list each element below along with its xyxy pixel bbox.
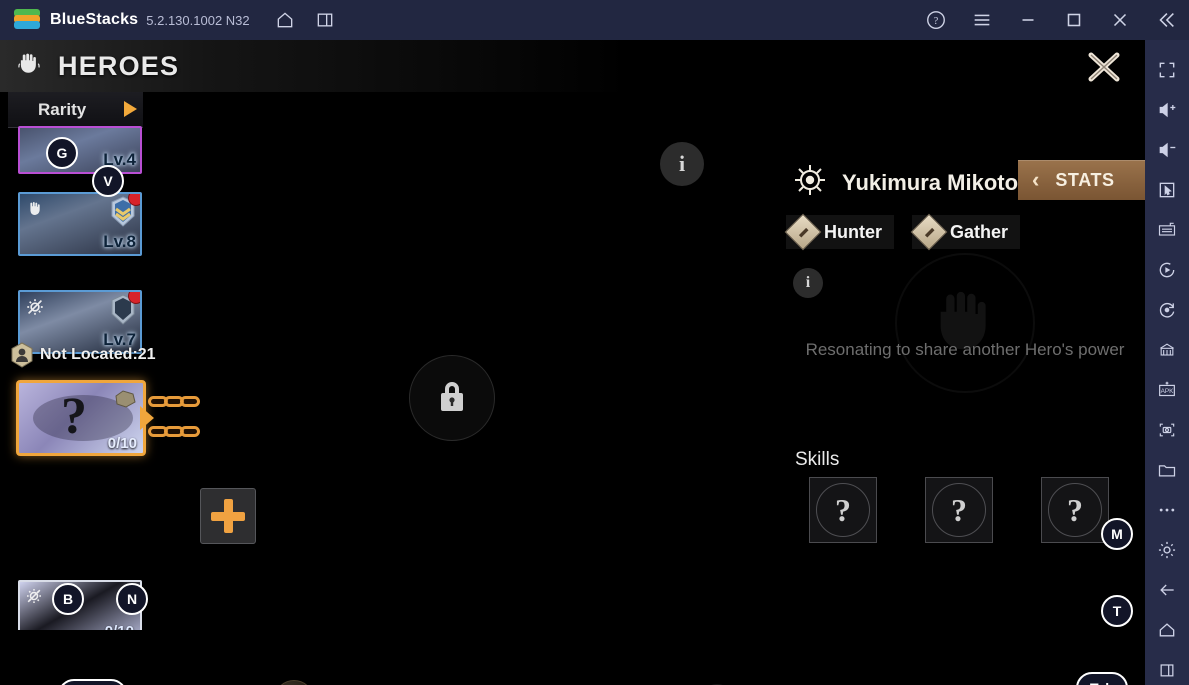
svg-text:APK: APK bbox=[1161, 388, 1175, 395]
slot-count: 0/10 bbox=[107, 435, 137, 452]
multi-instance-icon[interactable] bbox=[308, 3, 342, 37]
fist-icon bbox=[14, 49, 44, 84]
home-icon[interactable] bbox=[268, 3, 302, 37]
back-icon[interactable] bbox=[1147, 570, 1187, 610]
unknown-skill-icon: ? bbox=[932, 483, 986, 537]
game-viewport: HEROES Rarity Lv.4 Lv.8 Lv.7 Not Located… bbox=[0, 40, 1145, 685]
titlebar-right-controls: ? bbox=[907, 0, 1183, 40]
rarity-filter-dropdown[interactable]: Rarity bbox=[8, 92, 143, 128]
locked-section-indicator bbox=[409, 355, 495, 441]
notification-dot bbox=[128, 292, 140, 304]
hero-card[interactable]: Lv.8 bbox=[18, 192, 142, 256]
keybind-b[interactable]: B bbox=[52, 583, 84, 615]
skills-label: Skills bbox=[795, 449, 840, 470]
unknown-skill-icon: ? bbox=[816, 483, 870, 537]
hero-list-column: Rarity Lv.4 Lv.8 Lv.7 Not Located:21 ? 0… bbox=[0, 92, 200, 685]
notification-dot bbox=[128, 194, 140, 206]
chevron-left-icon: ‹ bbox=[1032, 167, 1040, 192]
add-hero-button[interactable] bbox=[200, 488, 256, 544]
hero-tag-label: Hunter bbox=[824, 221, 882, 242]
unknown-hero-icon: ? bbox=[61, 388, 87, 445]
fist-watermark-icon bbox=[895, 253, 1035, 393]
svg-text:?: ? bbox=[934, 16, 939, 27]
unknown-skill-icon: ? bbox=[1048, 483, 1102, 537]
lock-icon bbox=[433, 376, 471, 421]
hero-tag-label: Gather bbox=[950, 221, 1009, 242]
recent-apps-icon[interactable] bbox=[1147, 650, 1187, 685]
gear-blocked-icon bbox=[24, 296, 46, 318]
maximize-icon[interactable] bbox=[1057, 3, 1091, 37]
skill-slot[interactable]: ? bbox=[1041, 477, 1109, 543]
hunter-icon bbox=[784, 213, 822, 251]
keybind-g[interactable]: G bbox=[46, 137, 78, 169]
collapse-icon[interactable] bbox=[1149, 3, 1183, 37]
bluestacks-sidebar: APK bbox=[1145, 40, 1189, 685]
app-version: 5.2.130.1002 N32 bbox=[146, 12, 250, 28]
info-icon[interactable]: i bbox=[660, 142, 704, 186]
menu-icon[interactable] bbox=[965, 3, 999, 37]
hero-tag-gather[interactable]: Gather bbox=[910, 213, 1021, 251]
close-blades-icon[interactable] bbox=[1079, 46, 1129, 88]
resonance-text: Resonating to share another Hero's power bbox=[805, 340, 1125, 359]
macro-icon[interactable] bbox=[1147, 250, 1187, 290]
hero-level: Lv.8 bbox=[103, 232, 136, 251]
stats-button-label: STATS bbox=[1055, 169, 1115, 190]
fist-class-icon bbox=[24, 198, 46, 220]
multi-instance-manager-icon[interactable] bbox=[1147, 330, 1187, 370]
crosshair-icon bbox=[790, 160, 830, 205]
android-home-icon[interactable] bbox=[1147, 610, 1187, 650]
cursor-icon[interactable] bbox=[1147, 170, 1187, 210]
close-icon[interactable] bbox=[1103, 3, 1137, 37]
hero-name: Yukimura Mikoto bbox=[842, 169, 1019, 195]
minimize-icon[interactable] bbox=[1011, 3, 1045, 37]
fullscreen-icon[interactable] bbox=[1147, 50, 1187, 90]
volume-down-icon[interactable] bbox=[1147, 130, 1187, 170]
rarity-filter-label: Rarity bbox=[38, 99, 87, 119]
more-icon[interactable] bbox=[1147, 490, 1187, 530]
help-icon[interactable]: ? bbox=[919, 3, 953, 37]
bluestacks-window: BlueStacks 5.2.130.1002 N32 ? HEROES Rar… bbox=[0, 0, 1189, 685]
hero-slot-selected[interactable]: ? 0/10 bbox=[16, 380, 146, 456]
fragment-icon bbox=[113, 389, 137, 409]
bluestacks-logo-icon bbox=[14, 9, 40, 31]
keybind-m[interactable]: M bbox=[1101, 518, 1133, 550]
volume-up-icon[interactable] bbox=[1147, 90, 1187, 130]
titlebar: BlueStacks 5.2.130.1002 N32 ? bbox=[0, 0, 1189, 40]
rotate-icon[interactable] bbox=[1147, 290, 1187, 330]
stats-button[interactable]: ‹ STATS bbox=[1018, 160, 1145, 200]
hero-tags: Hunter Gather bbox=[784, 213, 1021, 251]
keybind-t[interactable]: T bbox=[1101, 595, 1133, 627]
chevron-right-icon bbox=[124, 101, 137, 117]
skill-slot[interactable]: ? bbox=[925, 477, 993, 543]
skill-slot[interactable]: ? bbox=[809, 477, 877, 543]
hero-card[interactable]: Lv.4 bbox=[18, 126, 142, 174]
gear-blocked-icon bbox=[24, 586, 46, 608]
screenshot-icon[interactable] bbox=[1147, 410, 1187, 450]
keymapping-icon[interactable] bbox=[1147, 210, 1187, 250]
chain-link-icon bbox=[140, 392, 202, 444]
hero-name-row: Yukimura Mikoto bbox=[790, 160, 1018, 205]
hero-tag-hunter[interactable]: Hunter bbox=[784, 213, 894, 251]
person-icon bbox=[10, 342, 34, 368]
gather-icon bbox=[910, 213, 948, 251]
page-title: HEROES bbox=[58, 50, 180, 81]
keybind-v[interactable]: V bbox=[92, 165, 124, 197]
bottom-bar bbox=[0, 630, 1145, 685]
media-folder-icon[interactable] bbox=[1147, 450, 1187, 490]
install-apk-icon[interactable]: APK bbox=[1147, 370, 1187, 410]
resonance-section: Resonating to share another Hero's power bbox=[790, 253, 1140, 393]
screen-header: HEROES bbox=[0, 40, 1145, 92]
app-name: BlueStacks bbox=[50, 11, 139, 28]
keybind-n[interactable]: N bbox=[116, 583, 148, 615]
keybind-space[interactable]: Space bbox=[58, 679, 128, 685]
not-located-label: Not Located:21 bbox=[40, 346, 156, 363]
settings-gear-icon[interactable] bbox=[1147, 530, 1187, 570]
not-located-row: Not Located:21 bbox=[10, 342, 156, 368]
keybind-tab[interactable]: Tab bbox=[1076, 672, 1128, 685]
